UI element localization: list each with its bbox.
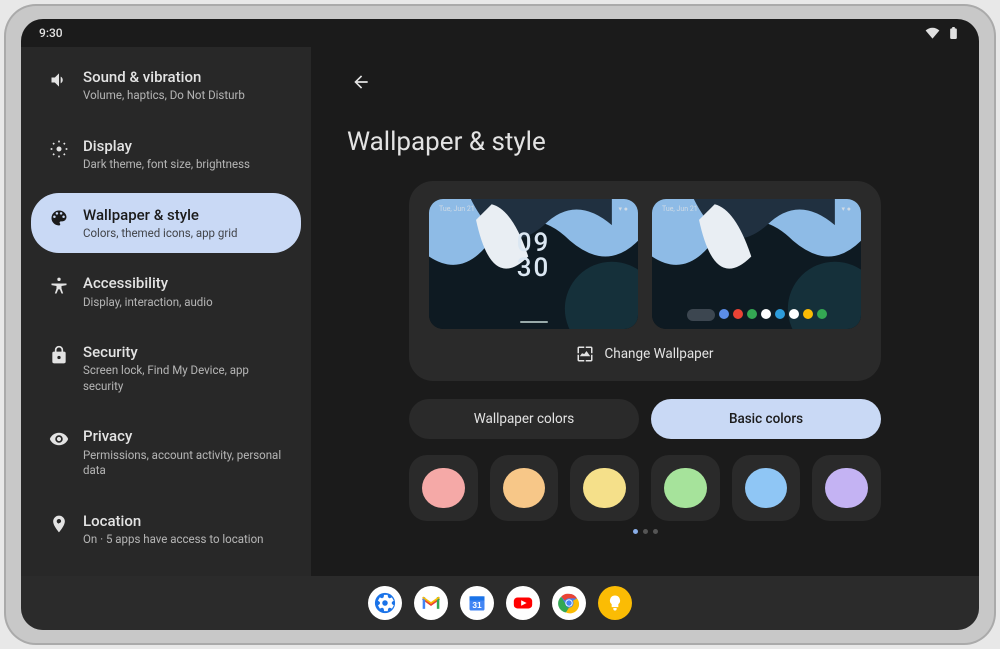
screen: 9:30 Sound & vibrationVolume, haptics, D…: [21, 19, 979, 630]
calendar-icon: 31: [467, 593, 487, 613]
sidebar-item-title: Wallpaper & style: [83, 205, 285, 225]
taskbar-app-keep[interactable]: [598, 586, 632, 620]
battery-icon: [946, 27, 961, 39]
content-pane: Wallpaper & style Tue, Jun 21▾ ●: [311, 47, 979, 576]
sidebar-item-display[interactable]: DisplayDark theme, font size, brightness: [31, 124, 301, 185]
youtube-icon: [512, 592, 534, 614]
preview-date: Tue, Jun 21: [662, 205, 698, 213]
color-swatches: [409, 455, 881, 521]
sidebar-item-accessibility[interactable]: Accessibility Display, interaction, audio: [31, 261, 301, 322]
sidebar-item-privacy[interactable]: PrivacyPermissions, account activity, pe…: [31, 414, 301, 490]
color-tabs: Wallpaper colors Basic colors: [409, 399, 881, 439]
tab-wallpaper-colors[interactable]: Wallpaper colors: [409, 399, 639, 439]
sidebar-item-palette[interactable]: Wallpaper & styleColors, themed icons, a…: [31, 193, 301, 254]
page-dot: [633, 529, 638, 534]
volume-icon: [49, 70, 69, 90]
tab-basic-colors[interactable]: Basic colors: [651, 399, 881, 439]
privacy-icon: [49, 429, 69, 449]
taskbar-app-settings[interactable]: [368, 586, 402, 620]
wifi-icon: [925, 27, 940, 39]
sidebar-item-key[interactable]: Passwords & accountsSaved passwords, aut…: [31, 567, 301, 576]
preview-dock: [652, 309, 861, 321]
sidebar-item-subtitle: Display, interaction, audio: [83, 295, 285, 311]
sidebar-item-location[interactable]: LocationOn · 5 apps have access to locat…: [31, 499, 301, 560]
taskbar-app-youtube[interactable]: [506, 586, 540, 620]
svg-text:31: 31: [472, 600, 482, 610]
color-swatch-3[interactable]: [651, 455, 720, 521]
sidebar-item-subtitle: Screen lock, Find My Device, app securit…: [83, 363, 285, 394]
lockscreen-clock: 09 30: [429, 231, 638, 280]
sidebar-item-subtitle: Volume, haptics, Do Not Disturb: [83, 88, 285, 104]
page-title: Wallpaper & style: [347, 127, 943, 157]
gmail-icon: [421, 593, 441, 613]
taskbar-app-calendar[interactable]: 31: [460, 586, 494, 620]
sidebar-item-title: Security: [83, 342, 285, 362]
color-circle: [583, 468, 626, 509]
sidebar-item-subtitle: Colors, themed icons, app grid: [83, 226, 285, 242]
status-time: 9:30: [39, 26, 63, 40]
page-indicator: [347, 529, 943, 534]
sidebar-item-subtitle: Permissions, account activity, personal …: [83, 448, 285, 479]
accessibility-icon: [49, 276, 69, 296]
settings-sidebar: Sound & vibrationVolume, haptics, Do Not…: [21, 47, 311, 576]
lock-icon: [49, 345, 69, 365]
page-dot: [643, 529, 648, 534]
sidebar-item-lock[interactable]: SecurityScreen lock, Find My Device, app…: [31, 330, 301, 406]
keep-icon: [605, 593, 625, 613]
sidebar-item-subtitle: Dark theme, font size, brightness: [83, 157, 285, 173]
change-wallpaper-label: Change Wallpaper: [604, 346, 713, 362]
wallpaper-icon: [576, 345, 594, 363]
display-icon: [49, 139, 69, 159]
color-swatch-4[interactable]: [732, 455, 801, 521]
back-button[interactable]: [347, 68, 375, 96]
sidebar-item-volume[interactable]: Sound & vibrationVolume, haptics, Do Not…: [31, 55, 301, 116]
chrome-icon: [558, 592, 580, 614]
color-circle: [503, 468, 546, 509]
lockscreen-preview[interactable]: Tue, Jun 21▾ ● 09 30: [429, 199, 638, 329]
taskbar-app-chrome[interactable]: [552, 586, 586, 620]
color-circle: [745, 468, 788, 509]
homescreen-preview[interactable]: Tue, Jun 21▾ ●: [652, 199, 861, 329]
taskbar: 31: [21, 576, 979, 630]
location-icon: [49, 514, 69, 534]
color-swatch-1[interactable]: [490, 455, 559, 521]
color-circle: [422, 468, 465, 509]
taskbar-app-gmail[interactable]: [414, 586, 448, 620]
sidebar-item-title: Display: [83, 136, 285, 156]
change-wallpaper-button[interactable]: Change Wallpaper: [576, 345, 713, 363]
sidebar-item-title: Sound & vibration: [83, 67, 285, 87]
main-area: Sound & vibrationVolume, haptics, Do Not…: [21, 47, 979, 576]
sidebar-item-title: Accessibility: [83, 273, 285, 293]
color-swatch-2[interactable]: [570, 455, 639, 521]
color-swatch-0[interactable]: [409, 455, 478, 521]
color-swatch-5[interactable]: [812, 455, 881, 521]
page-dot: [653, 529, 658, 534]
preview-date: Tue, Jun 21: [439, 205, 475, 213]
wallpaper-card: Tue, Jun 21▾ ● 09 30: [409, 181, 881, 381]
color-circle: [825, 468, 868, 509]
settings-icon: [374, 592, 396, 614]
sidebar-item-title: Location: [83, 511, 285, 531]
sidebar-item-subtitle: On · 5 apps have access to location: [83, 532, 285, 548]
tablet-frame: 9:30 Sound & vibrationVolume, haptics, D…: [6, 6, 994, 643]
status-bar: 9:30: [21, 19, 979, 47]
arrow-back-icon: [351, 72, 371, 92]
color-circle: [664, 468, 707, 509]
palette-icon: [49, 208, 69, 228]
sidebar-item-title: Privacy: [83, 426, 285, 446]
